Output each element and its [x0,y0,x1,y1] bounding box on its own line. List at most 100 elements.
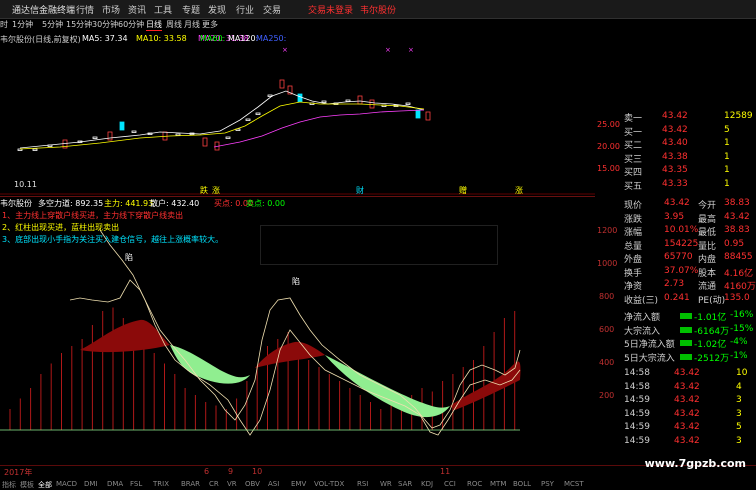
low-price-label: 10.11 [14,180,37,189]
ind-tick-1200: 1200 [597,226,618,235]
order-book-row[interactable]: 买四 43.35 1 [624,164,752,178]
candle [405,102,411,105]
order-label: 买三 [624,154,643,165]
menu-topics[interactable]: 专题 [182,3,200,16]
menu-industry[interactable]: 行业 [236,3,254,16]
order-book-row[interactable]: 买一 43.42 5 [624,124,752,138]
menu-quotes[interactable]: 行情 [76,3,94,16]
period-more[interactable]: 更多 [202,19,218,30]
tick-row: 14:59 43.42 3 [624,408,742,419]
app-name: 通达信金融终端 [12,6,76,16]
order-price: 43.40 [662,138,688,148]
ind-tick-400: 400 [599,358,615,367]
candle [175,133,181,136]
period-15min[interactable]: 15分钟 [66,19,92,30]
ind-tick-200: 200 [599,391,615,400]
note-1: 1、主力线上穿散户线买进，主力线下穿散户线卖出 [2,211,184,220]
menu-news[interactable]: 资讯 [128,3,146,16]
menu-market[interactable]: 市场 [102,3,120,16]
order-volume: 12589 [724,111,753,121]
candle [202,137,208,147]
ma5-label: MA5: 37.34 [82,34,128,43]
stat-row: 现价 43.42 今开 38.83 [624,198,750,211]
order-price: 43.38 [662,151,688,162]
ma10-label: MA10: 33.58 [136,34,187,43]
menu-tools[interactable]: 工具 [154,3,172,16]
period-60min[interactable]: 60分钟 [118,19,144,30]
stat-row: 外盘 65770 内盘 88455 [624,252,753,265]
order-volume: 1 [724,165,730,175]
indicator-tab[interactable]: 指标 [2,480,16,490]
green-fill-area-1 [170,345,250,384]
indicator-tab[interactable]: 模板 [20,480,34,490]
period-1min[interactable]: 1分钟 [12,19,33,30]
candle [415,109,421,119]
fund-flow-row: 净流入额 -1.01亿 -16% [624,310,754,323]
marker-icon: × [282,46,288,54]
order-book-row[interactable]: 买五 43.33 1 [624,178,752,192]
menu-trade[interactable]: 交易 [263,3,281,16]
order-label: 买四 [624,168,643,178]
price-tick-25: 25.00 [597,120,620,129]
indicator-stock-name: 韦尔股份 [0,199,32,208]
candle [297,93,303,103]
ind-tick-1000: 1000 [597,259,618,268]
blank-panel [260,225,498,265]
candle [92,136,98,139]
red-fill-area-3 [450,361,521,410]
order-label: 卖一 [624,114,643,124]
order-price: 43.33 [662,178,688,189]
signal-mark-2: 陷 [292,276,300,286]
tick-row: 14:58 43.42 10 [624,368,748,378]
main-force-label: 主力: 441.93 [104,199,154,208]
price-tick-20: 20.00 [597,142,620,151]
order-book-row[interactable]: 买三 43.38 1 [624,151,752,165]
event-mark-2: 涨 [212,185,220,195]
menu-discover[interactable]: 发现 [208,3,226,16]
event-mark-3: 财 [356,185,364,195]
candles: × × × [17,46,431,151]
bottom-bar: 2017年 6 9 10 11 指标 模板 全部 MACD DMI DMA FSL TRIX B… [0,465,756,490]
candle [357,95,363,105]
candle [345,99,351,102]
order-volume: 1 [724,138,730,148]
period-month[interactable]: 月线 [184,19,200,30]
stat-row: 收益(三) 0.241 PE(动) 135.0 [624,292,750,306]
marker-icon: × [408,46,414,54]
order-label: 买一 [624,127,643,138]
candle [255,112,261,115]
candle [321,100,327,103]
candlestick-chart[interactable]: × × × 10.11 跌 涨 财 赠 涨 [0,46,595,196]
indicator-header: 韦尔股份 多空力道: 892.35 主力: 441.93 散户: 432.40 … [0,196,595,209]
note-2: 2、红柱出现买进，蓝柱出现卖出 [2,223,120,232]
note-3: 3、底部出现小手指为关注买入建仓信号，越往上涨概率较大。 [2,235,224,244]
stat-row: 涨跌 3.95 最高 43.42 [624,211,750,225]
price-axis: 25.00 20.00 15.00 [595,110,623,198]
order-volume: 5 [724,124,730,135]
candle [279,79,285,89]
order-book-row[interactable]: 买二 43.40 1 [624,137,752,151]
order-price: 43.35 [662,165,688,175]
order-book-row[interactable]: 卖一 43.42 12589 [624,110,753,124]
candle [107,131,113,141]
indicator-tab[interactable]: 全部 [38,480,52,490]
tick-row: 14:58 43.42 4 [624,381,742,392]
red-fill-area-1 [80,319,170,353]
period-5min[interactable]: 5分钟 [42,19,63,30]
event-mark-5: 涨 [515,185,523,195]
stat-row: 换手 37.07% 股本 4.16亿 [624,265,754,279]
ind-tick-800: 800 [599,292,615,301]
signal-mark-1: 陷 [125,252,133,262]
ma120-label: MA120: [228,34,259,43]
candle [119,121,125,131]
indicator-axis: 1200 1000 800 600 400 200 [595,196,625,466]
fund-flow-row: 大宗流入 -6164万 -15% [624,323,754,337]
period-week[interactable]: 周线 [166,19,182,30]
order-price: 43.42 [662,111,688,121]
period-day[interactable]: 日线 [146,19,162,31]
period-30min[interactable]: 30分钟 [92,19,118,30]
stock-link[interactable]: 韦尔股份 [360,3,396,16]
period-tab-cut[interactable]: 时 [0,19,8,30]
login-status[interactable]: 交易未登录 [308,3,353,16]
stat-row: 净资 2.73 流通 4160万 [624,279,756,292]
